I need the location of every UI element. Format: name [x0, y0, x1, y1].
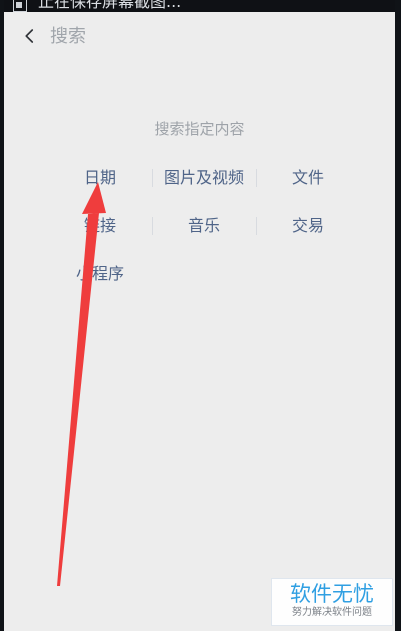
- category-transactions[interactable]: 交易: [256, 205, 360, 247]
- category-grid: 日期 图片及视频 文件 链接 音乐 交易 小程序: [4, 157, 395, 297]
- status-bar: 止在保存屏幕截图...: [4, 0, 395, 12]
- category-date[interactable]: 日期: [48, 157, 152, 199]
- phone-screen: 止在保存屏幕截图... 搜索指定内容 日期 图片及视频 文件 链接 音乐 交易 …: [4, 0, 395, 631]
- status-text: 止在保存屏幕截图...: [38, 0, 182, 11]
- back-button[interactable]: [14, 20, 46, 52]
- category-links[interactable]: 链接: [48, 205, 152, 247]
- category-music[interactable]: 音乐: [152, 205, 256, 247]
- screenshot-icon: [13, 0, 27, 12]
- watermark-subtitle: 努力解决软件问题: [292, 607, 372, 618]
- category-files[interactable]: 文件: [256, 157, 360, 199]
- search-header: [4, 12, 395, 62]
- watermark-logo: 软件无忧 努力解决软件问题: [271, 578, 393, 626]
- section-title: 搜索指定内容: [154, 120, 245, 138]
- app-root: 止在保存屏幕截图... 搜索指定内容 日期 图片及视频 文件 链接 音乐 交易 …: [0, 0, 401, 631]
- search-input[interactable]: [50, 21, 310, 51]
- chevron-left-icon: [25, 29, 34, 43]
- category-mini-programs[interactable]: 小程序: [48, 253, 152, 295]
- watermark-title: 软件无忧: [290, 582, 374, 606]
- category-photos-videos[interactable]: 图片及视频: [152, 157, 256, 199]
